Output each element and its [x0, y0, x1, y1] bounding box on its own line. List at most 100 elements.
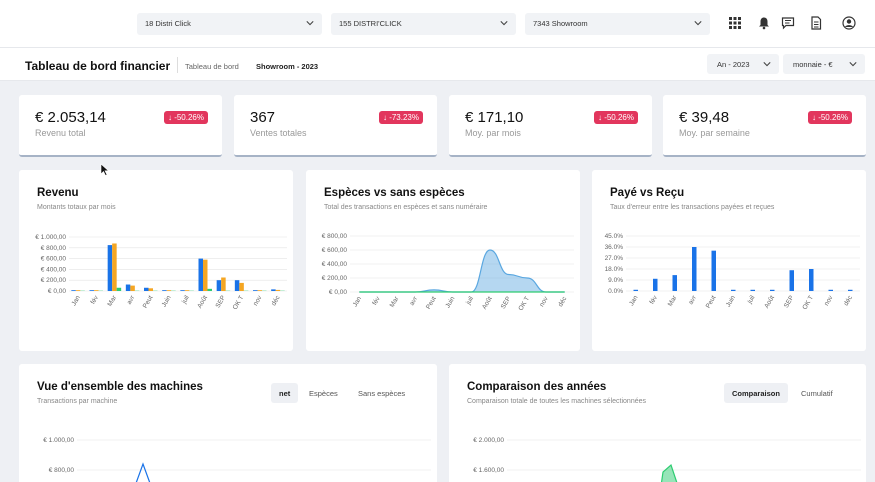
- y-tick-label: 45.0%: [605, 233, 624, 240]
- kpi-card-weekly-avg: € 39,48 Moy. par semaine ↓ -50.26%: [663, 95, 866, 157]
- kpi-card-sales: 367 Ventes totales ↓ -73.23%: [234, 95, 437, 157]
- bar: [125, 284, 131, 291]
- bell-icon[interactable]: [757, 16, 771, 30]
- series-line: [135, 462, 151, 482]
- y-tick-label: € 200,00: [41, 277, 67, 284]
- bar: [89, 290, 94, 291]
- bar: [166, 290, 172, 291]
- bar: [198, 258, 203, 291]
- x-tick-label: fév: [371, 295, 382, 307]
- tab-cumulative[interactable]: Cumulatif: [793, 383, 841, 403]
- bar: [184, 290, 190, 291]
- x-tick-label: Peut: [705, 294, 718, 309]
- company-select-value: 155 DISTRI'CLICK: [339, 19, 402, 28]
- kpi-change-badge: ↓ -73.23%: [378, 111, 423, 124]
- revenue-chart: € 0,00 € 200,00 € 400,00 € 600,00 € 800,00 € …: [35, 234, 287, 311]
- company-select[interactable]: 155 DISTRI'CLICK: [331, 13, 516, 35]
- machine-select[interactable]: 7343 Showroom: [525, 13, 710, 35]
- y-tick-label: € 1.000,00: [43, 437, 74, 444]
- y-tick-label: € 0,00: [329, 289, 347, 296]
- breadcrumb-home[interactable]: Tableau de bord: [185, 62, 239, 71]
- kpi-label: Revenu total: [35, 128, 86, 138]
- bar: [130, 285, 135, 291]
- top-bar: 18 Distri Click 155 DISTRI'CLICK 7343 Sh…: [0, 0, 875, 48]
- chevron-down-icon: [763, 62, 771, 67]
- tab-net[interactable]: net: [271, 383, 299, 403]
- bar: [107, 245, 113, 291]
- y-tick-label: 18.0%: [605, 266, 624, 273]
- tab-cashless[interactable]: Sans espèces: [350, 383, 413, 403]
- bar: [71, 290, 76, 291]
- x-tick-label: Août: [481, 295, 494, 310]
- y-tick-label: 36.0%: [605, 244, 624, 251]
- bar: [148, 288, 153, 291]
- bar: [692, 247, 697, 291]
- y-tick-label: 27.0%: [605, 255, 624, 262]
- tab-comparison[interactable]: Comparaison: [724, 383, 788, 403]
- x-tick-label: Mar: [106, 294, 118, 308]
- y-tick-label: € 800,00: [49, 467, 75, 474]
- currency-select[interactable]: monnaie - €: [783, 54, 865, 74]
- document-icon[interactable]: [809, 16, 823, 30]
- kpi-card-monthly-avg: € 171,10 Moy. par mois ↓ -50.26%: [449, 95, 652, 157]
- years-chart: € 2.000,00 € 1.600,00: [473, 437, 861, 482]
- kpi-label: Moy. par semaine: [679, 128, 750, 138]
- chevron-down-icon: [694, 21, 702, 26]
- x-tick-label: OK T: [517, 295, 531, 312]
- x-tick-label: SEP: [215, 295, 228, 310]
- page-header: Tableau de bord financier Tableau de bor…: [0, 48, 875, 81]
- bar: [180, 290, 185, 291]
- grid-icon[interactable]: [728, 16, 742, 30]
- distributor-select-value: 18 Distri Click: [145, 19, 191, 28]
- bar: [75, 290, 81, 291]
- chat-icon[interactable]: [781, 16, 795, 30]
- bar: [809, 269, 814, 291]
- x-tick-label: Jan: [628, 294, 639, 307]
- machines-chart: € 1.000,00 € 800,00: [43, 437, 431, 482]
- bar: [203, 259, 208, 291]
- year-select[interactable]: An - 2023: [707, 54, 779, 74]
- kpi-value: € 39,48: [679, 109, 730, 126]
- y-tick-label: € 1.600,00: [473, 467, 504, 474]
- x-tick-label: nov: [823, 294, 835, 307]
- y-tick-label: € 600,00: [322, 247, 348, 254]
- mouse-cursor-icon: [100, 163, 110, 176]
- x-tick-label: Juin: [161, 294, 173, 308]
- x-tick-label: déc: [557, 295, 569, 308]
- cash-chart-card: Espèces vs sans espèces Total des transa…: [306, 170, 580, 351]
- y-tick-label: € 800,00: [322, 233, 348, 240]
- x-tick-label: Juin: [444, 295, 456, 309]
- x-tick-label: SEP: [500, 296, 513, 311]
- x-tick-label: avr: [687, 294, 698, 306]
- tab-cash[interactable]: Espèces: [301, 383, 346, 403]
- x-tick-label: OK T: [801, 294, 815, 311]
- x-tick-label: Peut: [142, 294, 155, 309]
- bar: [711, 250, 716, 291]
- bar: [848, 289, 853, 291]
- bar: [94, 290, 99, 291]
- distributor-select[interactable]: 18 Distri Click: [137, 13, 322, 35]
- x-tick-label: nov: [252, 294, 264, 307]
- cash-chart: € 0,00 € 200,00 € 400,00 € 600,00 € 800,00 Ja…: [322, 233, 574, 312]
- x-tick-label: Août: [763, 294, 776, 309]
- chevron-down-icon: [849, 62, 857, 67]
- breadcrumb-current: Showroom - 2023: [256, 62, 319, 71]
- series-area: [359, 250, 565, 292]
- breadcrumb-divider: [177, 57, 178, 73]
- bar: [234, 280, 240, 291]
- x-tick-label: Mar: [667, 294, 679, 308]
- machines-chart-card: Vue d'ensemble des machines Transactions…: [19, 364, 437, 482]
- x-tick-label: Jan: [71, 294, 82, 307]
- bar: [731, 289, 736, 291]
- x-tick-label: juil: [465, 295, 476, 307]
- x-tick-label: fév: [649, 294, 660, 306]
- y-tick-label: € 600,00: [41, 256, 67, 263]
- y-tick-label: € 2.000,00: [473, 437, 504, 444]
- y-tick-label: € 400,00: [41, 266, 67, 273]
- bar: [653, 278, 658, 291]
- user-icon[interactable]: [842, 16, 856, 30]
- machine-select-value: 7343 Showroom: [533, 19, 588, 28]
- bar: [257, 290, 262, 291]
- x-tick-label: juil: [180, 294, 191, 306]
- chevron-down-icon: [500, 21, 508, 26]
